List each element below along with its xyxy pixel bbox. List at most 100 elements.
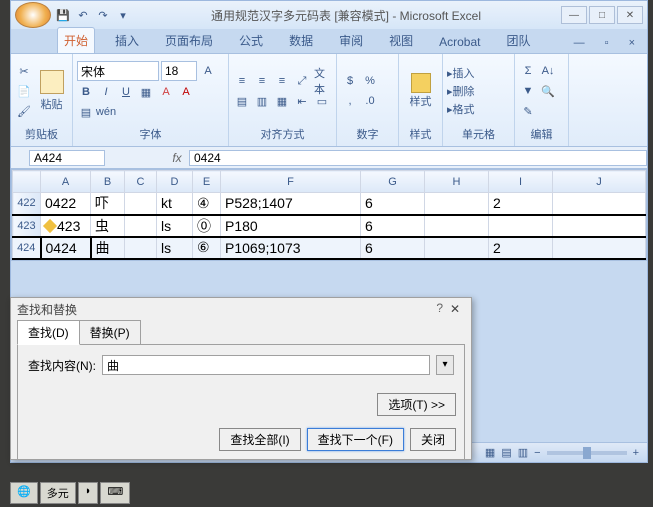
cell[interactable]: 6 xyxy=(361,237,425,259)
italic-icon[interactable]: I xyxy=(97,83,115,101)
cell[interactable]: 吓 xyxy=(91,193,125,215)
font-size-select[interactable]: 18 xyxy=(161,61,197,81)
office-button[interactable] xyxy=(15,2,51,28)
col-J[interactable]: J xyxy=(553,171,646,193)
cell[interactable] xyxy=(553,237,646,259)
fx-icon[interactable]: fx xyxy=(165,151,189,165)
orientation-icon[interactable]: ⤢ xyxy=(293,72,311,90)
name-box[interactable]: A424 xyxy=(29,150,105,166)
cell[interactable]: P180 xyxy=(221,215,361,237)
cell[interactable] xyxy=(125,215,157,237)
doc-minimize-icon[interactable]: — xyxy=(568,33,591,53)
format-painter-icon[interactable]: 🖌 xyxy=(15,102,33,120)
view-normal-icon[interactable]: ▦ xyxy=(485,446,495,459)
font-color-icon[interactable]: A xyxy=(177,83,195,101)
cell[interactable]: 曲 xyxy=(91,237,125,259)
dialog-close-button[interactable]: ✕ xyxy=(445,302,465,316)
format-cells-button[interactable]: ▸格式 xyxy=(447,101,475,117)
align-bot-icon[interactable]: ≡ xyxy=(273,72,291,90)
ime-moon-icon[interactable]: ◗ xyxy=(78,482,99,504)
col-I[interactable]: I xyxy=(489,171,553,193)
cell[interactable] xyxy=(125,193,157,215)
close-dialog-button[interactable]: 关闭 xyxy=(410,428,456,451)
cell[interactable]: ls xyxy=(157,237,193,259)
fill-icon[interactable]: ▼ xyxy=(519,82,537,100)
clear-icon[interactable]: ✎ xyxy=(519,102,537,120)
zoom-out-button[interactable]: − xyxy=(534,447,540,459)
cell[interactable]: 0424 xyxy=(41,237,91,259)
select-all-corner[interactable] xyxy=(13,171,41,193)
view-layout-icon[interactable]: ▤ xyxy=(501,446,511,459)
cell[interactable]: 2 xyxy=(489,237,553,259)
cell[interactable]: P1069;1073 xyxy=(221,237,361,259)
tab-data[interactable]: 数据 xyxy=(283,28,319,53)
paste-button[interactable]: 粘贴 xyxy=(35,58,68,124)
close-button[interactable]: ✕ xyxy=(617,6,643,24)
find-next-button[interactable]: 查找下一个(F) xyxy=(307,428,404,451)
cell[interactable]: 0422 xyxy=(41,193,91,215)
col-C[interactable]: C xyxy=(125,171,157,193)
find-icon[interactable]: 🔍 xyxy=(539,82,557,100)
redo-icon[interactable]: ↷ xyxy=(95,7,111,23)
cell[interactable] xyxy=(425,237,489,259)
table-row[interactable]: 4240424曲ls⑥P1069;107362 xyxy=(13,237,646,259)
save-icon[interactable]: 💾 xyxy=(55,7,71,23)
cell[interactable]: ⑥ xyxy=(193,237,221,259)
cell[interactable]: 2 xyxy=(489,193,553,215)
cell[interactable]: 423 xyxy=(41,215,91,237)
cell[interactable] xyxy=(425,215,489,237)
indent-dec-icon[interactable]: ⇤ xyxy=(293,92,311,110)
border-icon[interactable]: ▦ xyxy=(137,83,155,101)
cell[interactable] xyxy=(425,193,489,215)
cell[interactable] xyxy=(125,237,157,259)
wrap-text-button[interactable]: 文本 xyxy=(313,72,331,90)
spreadsheet-grid[interactable]: A B C D E F G H I J 4220422吓kt④P528;1407… xyxy=(11,169,647,261)
align-mid-icon[interactable]: ≡ xyxy=(253,72,271,90)
cell[interactable]: ④ xyxy=(193,193,221,215)
percent-icon[interactable]: % xyxy=(361,72,379,90)
sort-icon[interactable]: A↓ xyxy=(539,62,557,80)
cut-icon[interactable]: ✂ xyxy=(15,62,33,80)
error-indicator-icon[interactable] xyxy=(43,218,57,232)
find-input[interactable] xyxy=(102,355,430,375)
decimal-inc-icon[interactable]: .0 xyxy=(361,92,379,110)
comma-icon[interactable]: , xyxy=(341,92,359,110)
cell[interactable] xyxy=(553,215,646,237)
ime-name[interactable]: 多元 xyxy=(40,482,76,504)
cell[interactable] xyxy=(489,215,553,237)
tab-find[interactable]: 查找(D) xyxy=(17,320,80,345)
styles-button[interactable]: 样式 xyxy=(403,58,438,124)
autosum-icon[interactable]: Σ xyxy=(519,62,537,80)
bold-icon[interactable]: B xyxy=(77,83,95,101)
formula-value[interactable]: 0424 xyxy=(189,150,647,166)
zoom-slider[interactable] xyxy=(547,451,627,455)
cell[interactable]: ls xyxy=(157,215,193,237)
ime-globe-icon[interactable]: 🌐 xyxy=(10,482,38,504)
col-G[interactable]: G xyxy=(361,171,425,193)
doc-close-icon[interactable]: × xyxy=(623,33,641,53)
underline-icon[interactable]: U xyxy=(117,83,135,101)
delete-cells-button[interactable]: ▸删除 xyxy=(447,83,475,99)
phonetic-icon[interactable]: wén xyxy=(97,103,115,121)
tab-home[interactable]: 开始 xyxy=(57,27,95,53)
insert-cells-button[interactable]: ▸插入 xyxy=(447,65,475,81)
fill-color-icon[interactable]: A xyxy=(157,83,175,101)
tab-acrobat[interactable]: Acrobat xyxy=(433,31,486,53)
col-A[interactable]: A xyxy=(41,171,91,193)
table-row[interactable]: 4220422吓kt④P528;140762 xyxy=(13,193,646,215)
qat-dropdown-icon[interactable]: ▾ xyxy=(115,7,131,23)
grow-font-icon[interactable]: A xyxy=(199,62,217,80)
align-left-icon[interactable]: ▤ xyxy=(233,92,251,110)
cell[interactable] xyxy=(553,193,646,215)
currency-icon[interactable]: $ xyxy=(341,72,359,90)
dialog-help-icon[interactable]: ? xyxy=(436,301,443,315)
align-right-icon[interactable]: ▦ xyxy=(273,92,291,110)
find-all-button[interactable]: 查找全部(I) xyxy=(219,428,300,451)
col-D[interactable]: D xyxy=(157,171,193,193)
tab-insert[interactable]: 插入 xyxy=(109,28,145,53)
tab-view[interactable]: 视图 xyxy=(383,28,419,53)
font-name-select[interactable]: 宋体 xyxy=(77,61,159,81)
align-top-icon[interactable]: ≡ xyxy=(233,72,251,90)
find-dropdown-icon[interactable]: ▾ xyxy=(436,355,454,375)
cell[interactable]: kt xyxy=(157,193,193,215)
